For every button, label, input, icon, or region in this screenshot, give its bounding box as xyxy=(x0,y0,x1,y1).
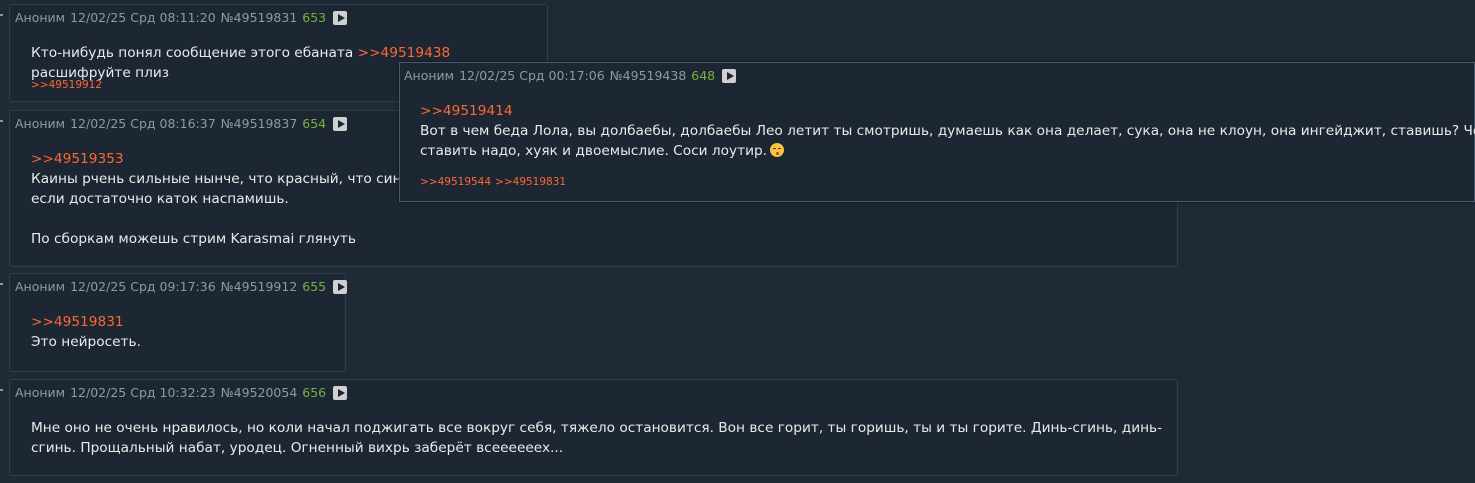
post-message: >>49519414 Вот в чем беда Лола, вы долба… xyxy=(420,101,1475,161)
post-message: Мне оно не очень нравилось, но коли нача… xyxy=(31,418,1162,458)
post-marker xyxy=(0,120,3,122)
post-49519912: Аноним 12/02/25 Срд 09:17:36 №49519912 6… xyxy=(9,273,348,372)
post-author: Аноним xyxy=(15,385,66,400)
post-date[interactable]: 12/02/25 Срд 08:16:37 xyxy=(70,116,216,131)
reply-link[interactable]: >>49519544 xyxy=(420,176,491,188)
post-marker xyxy=(0,283,3,285)
post-count: 655 xyxy=(302,279,327,294)
post-author: Аноним xyxy=(404,68,455,83)
post-author: Аноним xyxy=(15,116,66,131)
post-id[interactable]: №49519831 xyxy=(221,10,298,25)
play-icon[interactable] xyxy=(333,116,348,131)
quote-link[interactable]: >>49519831 xyxy=(31,312,141,332)
post-marker xyxy=(0,14,3,16)
post-date[interactable]: 12/02/25 Срд 09:17:36 xyxy=(70,279,216,294)
play-icon[interactable] xyxy=(333,10,348,25)
play-icon[interactable] xyxy=(333,385,348,400)
post-count: 654 xyxy=(302,116,327,131)
post-count: 648 xyxy=(691,68,716,83)
play-icon[interactable] xyxy=(333,279,348,294)
post-count: 653 xyxy=(302,10,327,25)
post-message: >>49519831 Это нейросеть. xyxy=(31,312,141,352)
post-line: сгинь. Прощальный набат, уродец. Огненны… xyxy=(31,440,564,456)
reply-link[interactable]: >>49519438 xyxy=(358,45,451,61)
post-replies: >>49519912 xyxy=(31,79,106,91)
post-marker xyxy=(0,389,3,391)
post-line: ставить надо, хуяк и двоемыслие. Соси ло… xyxy=(420,141,1475,161)
post-header: Аноним 12/02/25 Срд 08:11:20 №49519831 6… xyxy=(15,10,352,25)
post-line: Каины рчень сильные нынче, что красный, … xyxy=(31,171,420,187)
post-line: Вот в чем беда Лола, вы долбаебы, долбае… xyxy=(420,123,1475,139)
reply-link[interactable]: >>49519831 xyxy=(495,176,566,188)
post-text: Кто-нибудь понял сообщение этого ебаната xyxy=(31,45,358,61)
post-replies: >>49519544 >>49519831 xyxy=(420,176,570,188)
post-author: Аноним xyxy=(15,10,66,25)
post-author: Аноним xyxy=(15,279,66,294)
post-id[interactable]: №49519912 xyxy=(221,279,298,294)
quote-link[interactable]: >>49519414 xyxy=(420,101,1475,121)
reply-link[interactable]: >>49519912 xyxy=(31,79,102,91)
post-line: если достаточно каток наспамишь. xyxy=(31,191,289,207)
post-line: Это нейросеть. xyxy=(31,334,141,350)
play-icon[interactable] xyxy=(722,68,737,83)
post-message: >>49519353 Каины рчень сильные нынче, чт… xyxy=(31,149,419,249)
kiss-face-emoji-icon xyxy=(770,143,784,157)
post-header: Аноним 12/02/25 Срд 00:17:06 №49519438 6… xyxy=(404,68,741,83)
quote-link[interactable]: >>49519353 xyxy=(31,149,419,169)
post-id[interactable]: №49520054 xyxy=(221,385,298,400)
post-line: По сборкам можешь стрим Karasmai глянуть xyxy=(31,231,356,247)
post-header: Аноним 12/02/25 Срд 08:16:37 №49519837 6… xyxy=(15,116,352,131)
post-date[interactable]: 12/02/25 Срд 08:11:20 xyxy=(70,10,216,25)
post-header: Аноним 12/02/25 Срд 10:32:23 №49520054 6… xyxy=(15,385,352,400)
post-date[interactable]: 12/02/25 Срд 10:32:23 xyxy=(70,385,216,400)
post-count: 656 xyxy=(302,385,327,400)
post-line: Мне оно не очень нравилось, но коли нача… xyxy=(31,420,1163,436)
post-preview-popup: Аноним 12/02/25 Срд 00:17:06 №49519438 6… xyxy=(399,62,1475,202)
post-line xyxy=(31,209,419,229)
post-header: Аноним 12/02/25 Срд 09:17:36 №49519912 6… xyxy=(15,279,352,294)
post-id[interactable]: №49519837 xyxy=(221,116,298,131)
post-text: ставить надо, хуяк и двоемыслие. Соси ло… xyxy=(420,143,767,159)
post-49520054: Аноним 12/02/25 Срд 10:32:23 №49520054 6… xyxy=(9,379,1178,476)
post-date[interactable]: 12/02/25 Срд 00:17:06 xyxy=(459,68,605,83)
post-id[interactable]: №49519438 xyxy=(610,68,687,83)
